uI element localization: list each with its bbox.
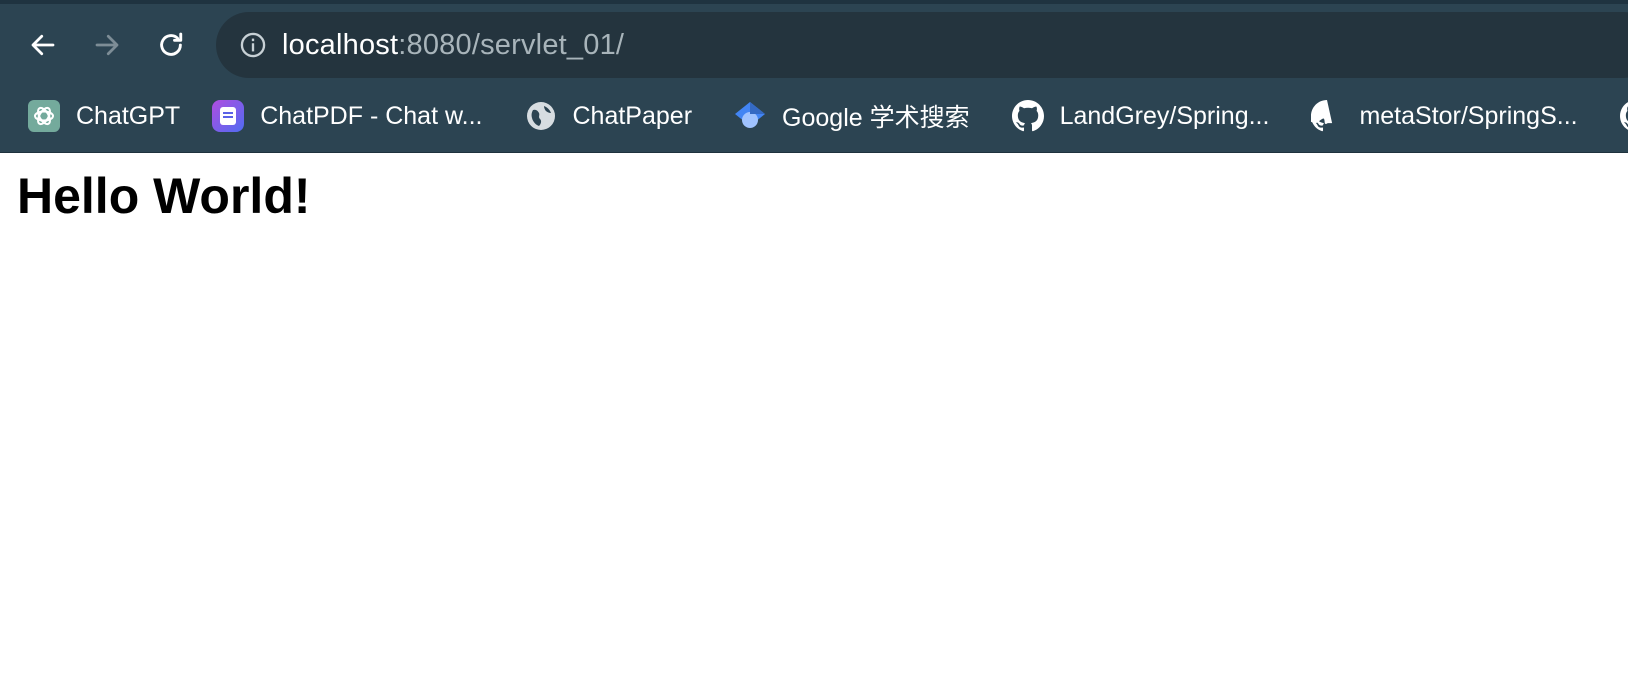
url-text[interactable]: localhost:8080/servlet_01/ bbox=[282, 29, 624, 62]
bookmark-label: ChatGPT bbox=[76, 101, 181, 130]
arrow-left-icon bbox=[31, 34, 55, 56]
bookmark-label: ChatPaper bbox=[572, 101, 693, 130]
reload-button[interactable] bbox=[148, 22, 194, 68]
page-heading: Hello World! bbox=[17, 168, 311, 224]
arrow-right-icon bbox=[95, 34, 119, 56]
back-button[interactable] bbox=[20, 22, 66, 68]
bookmark-label: LandGrey/Spring... bbox=[1059, 101, 1270, 130]
browser-toolbar: localhost:8080/servlet_01/ bbox=[0, 4, 1628, 86]
bookmark-label: metaStor/SpringS... bbox=[1359, 101, 1578, 130]
github-icon bbox=[1619, 100, 1628, 132]
bookmark-label: Google 学术搜索 bbox=[782, 104, 970, 132]
google-scholar-icon bbox=[734, 100, 766, 132]
address-bar[interactable]: localhost:8080/servlet_01/ bbox=[216, 12, 1628, 78]
bookmark-google-scholar[interactable]: Google 学术搜索 bbox=[734, 94, 980, 138]
browser-chrome: localhost:8080/servlet_01/ ChatGPT ChatP… bbox=[0, 0, 1628, 153]
github-icon bbox=[1011, 100, 1044, 132]
forward-button[interactable] bbox=[84, 22, 130, 68]
reload-icon bbox=[160, 32, 183, 56]
chatgpt-icon bbox=[28, 100, 60, 132]
bookmark-metastor[interactable]: metaStor/SpringS... bbox=[1311, 94, 1587, 138]
page-content: Hello World! bbox=[0, 153, 1628, 684]
url-path: :8080/servlet_01/ bbox=[398, 28, 625, 61]
info-icon[interactable] bbox=[238, 30, 268, 60]
bookmark-label: ChatPDF - Chat w... bbox=[260, 101, 483, 130]
bookmark-chatpaper[interactable]: ChatPaper bbox=[525, 94, 703, 138]
url-host: localhost bbox=[282, 28, 399, 61]
bookmark-github-partial[interactable] bbox=[1619, 94, 1628, 138]
bookmark-chatpdf[interactable]: ChatPDF - Chat w... bbox=[212, 94, 492, 138]
bookmarks-bar: ChatGPT ChatPDF - Chat w... ChatPaper Go… bbox=[0, 90, 1628, 142]
github-icon bbox=[1311, 100, 1343, 132]
bookmark-chatgpt[interactable]: ChatGPT bbox=[28, 94, 190, 138]
globe-icon bbox=[525, 100, 557, 132]
chatpdf-icon bbox=[212, 100, 245, 132]
bookmark-landgrey[interactable]: LandGrey/Spring... bbox=[1011, 94, 1280, 138]
